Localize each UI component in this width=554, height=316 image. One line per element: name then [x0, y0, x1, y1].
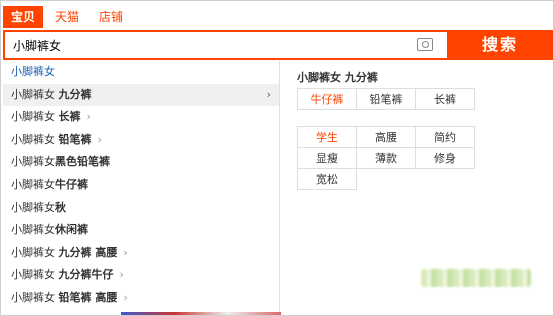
chip-pencil-pants[interactable]: 铅笔裤 [356, 88, 416, 110]
camera-icon[interactable] [417, 38, 433, 51]
chip-jeans[interactable]: 牛仔裤 [297, 88, 357, 110]
suggestion-item[interactable]: 小脚裤女黑色铅笔裤 [3, 151, 279, 174]
suggestion-item[interactable]: 小脚裤女 九分裤 高腰 › [3, 242, 279, 265]
suggestion-item[interactable]: 小脚裤女 九分裤 › [3, 83, 279, 107]
chevron-right-icon: › [97, 132, 102, 146]
chip-long-pants[interactable]: 长裤 [415, 88, 475, 110]
suggestion-item[interactable]: 小脚裤女 铅笔裤 高腰 › [3, 287, 279, 310]
refine-title: 小脚裤女 九分裤 [297, 71, 378, 84]
tab-baobei[interactable]: 宝贝 [3, 6, 44, 28]
suggestion-item[interactable]: 小脚裤女秋 [3, 197, 279, 220]
chip-high-waist[interactable]: 高腰 [356, 126, 416, 148]
category-chips: 牛仔裤 铅笔裤 长裤 [297, 88, 475, 110]
search-tabs: 宝贝 天猫 店铺 [3, 6, 135, 30]
chip-thin[interactable]: 薄款 [356, 147, 416, 169]
suggestion-item[interactable]: 小脚裤女 铅笔裤 › [3, 129, 279, 152]
chip-slim-fit[interactable]: 修身 [415, 147, 475, 169]
refine-panel: 小脚裤女 九分裤 牛仔裤 铅笔裤 长裤 学生 高腰 简约 显瘦 薄款 修身 宽松 [281, 61, 551, 315]
chevron-right-icon: › [86, 110, 91, 124]
chevron-right-icon: › [119, 268, 124, 282]
chip-student[interactable]: 学生 [297, 126, 357, 148]
tab-tmall[interactable]: 天猫 [47, 6, 87, 28]
suggestion-item[interactable]: 小脚裤女 [3, 61, 279, 84]
chip-simple[interactable]: 简约 [415, 126, 475, 148]
page-underlay-strip [121, 312, 281, 315]
chevron-right-icon: › [123, 245, 128, 259]
chevron-right-icon: › [266, 87, 271, 101]
suggestion-item[interactable]: 小脚裤女休闲裤 [3, 219, 279, 242]
attribute-chips: 学生 高腰 简约 显瘦 薄款 修身 宽松 [297, 126, 479, 190]
chip-slimming[interactable]: 显瘦 [297, 147, 357, 169]
chevron-right-icon: › [123, 290, 128, 304]
watermark-blur [421, 269, 531, 287]
suggestion-list: 小脚裤女 小脚裤女 九分裤 › 小脚裤女 长裤 › 小脚裤女 铅笔裤 › 小脚裤女黑色… [3, 61, 280, 315]
search-bar: 搜索 [3, 30, 553, 60]
chip-loose[interactable]: 宽松 [297, 168, 357, 190]
search-input[interactable] [5, 32, 447, 58]
suggestion-item[interactable]: 小脚裤女 长裤 › [3, 106, 279, 129]
suggestion-item[interactable]: 小脚裤女 九分裤牛仔 › [3, 264, 279, 287]
search-widget: 宝贝 天猫 店铺 搜索 小脚裤女 小脚裤女 九分裤› 小脚裤女 长裤› 小脚裤女… [0, 0, 554, 316]
search-button[interactable]: 搜索 [447, 30, 553, 60]
suggestion-item[interactable]: 小脚裤女牛仔裤 [3, 174, 279, 197]
tab-shop[interactable]: 店铺 [91, 6, 131, 28]
